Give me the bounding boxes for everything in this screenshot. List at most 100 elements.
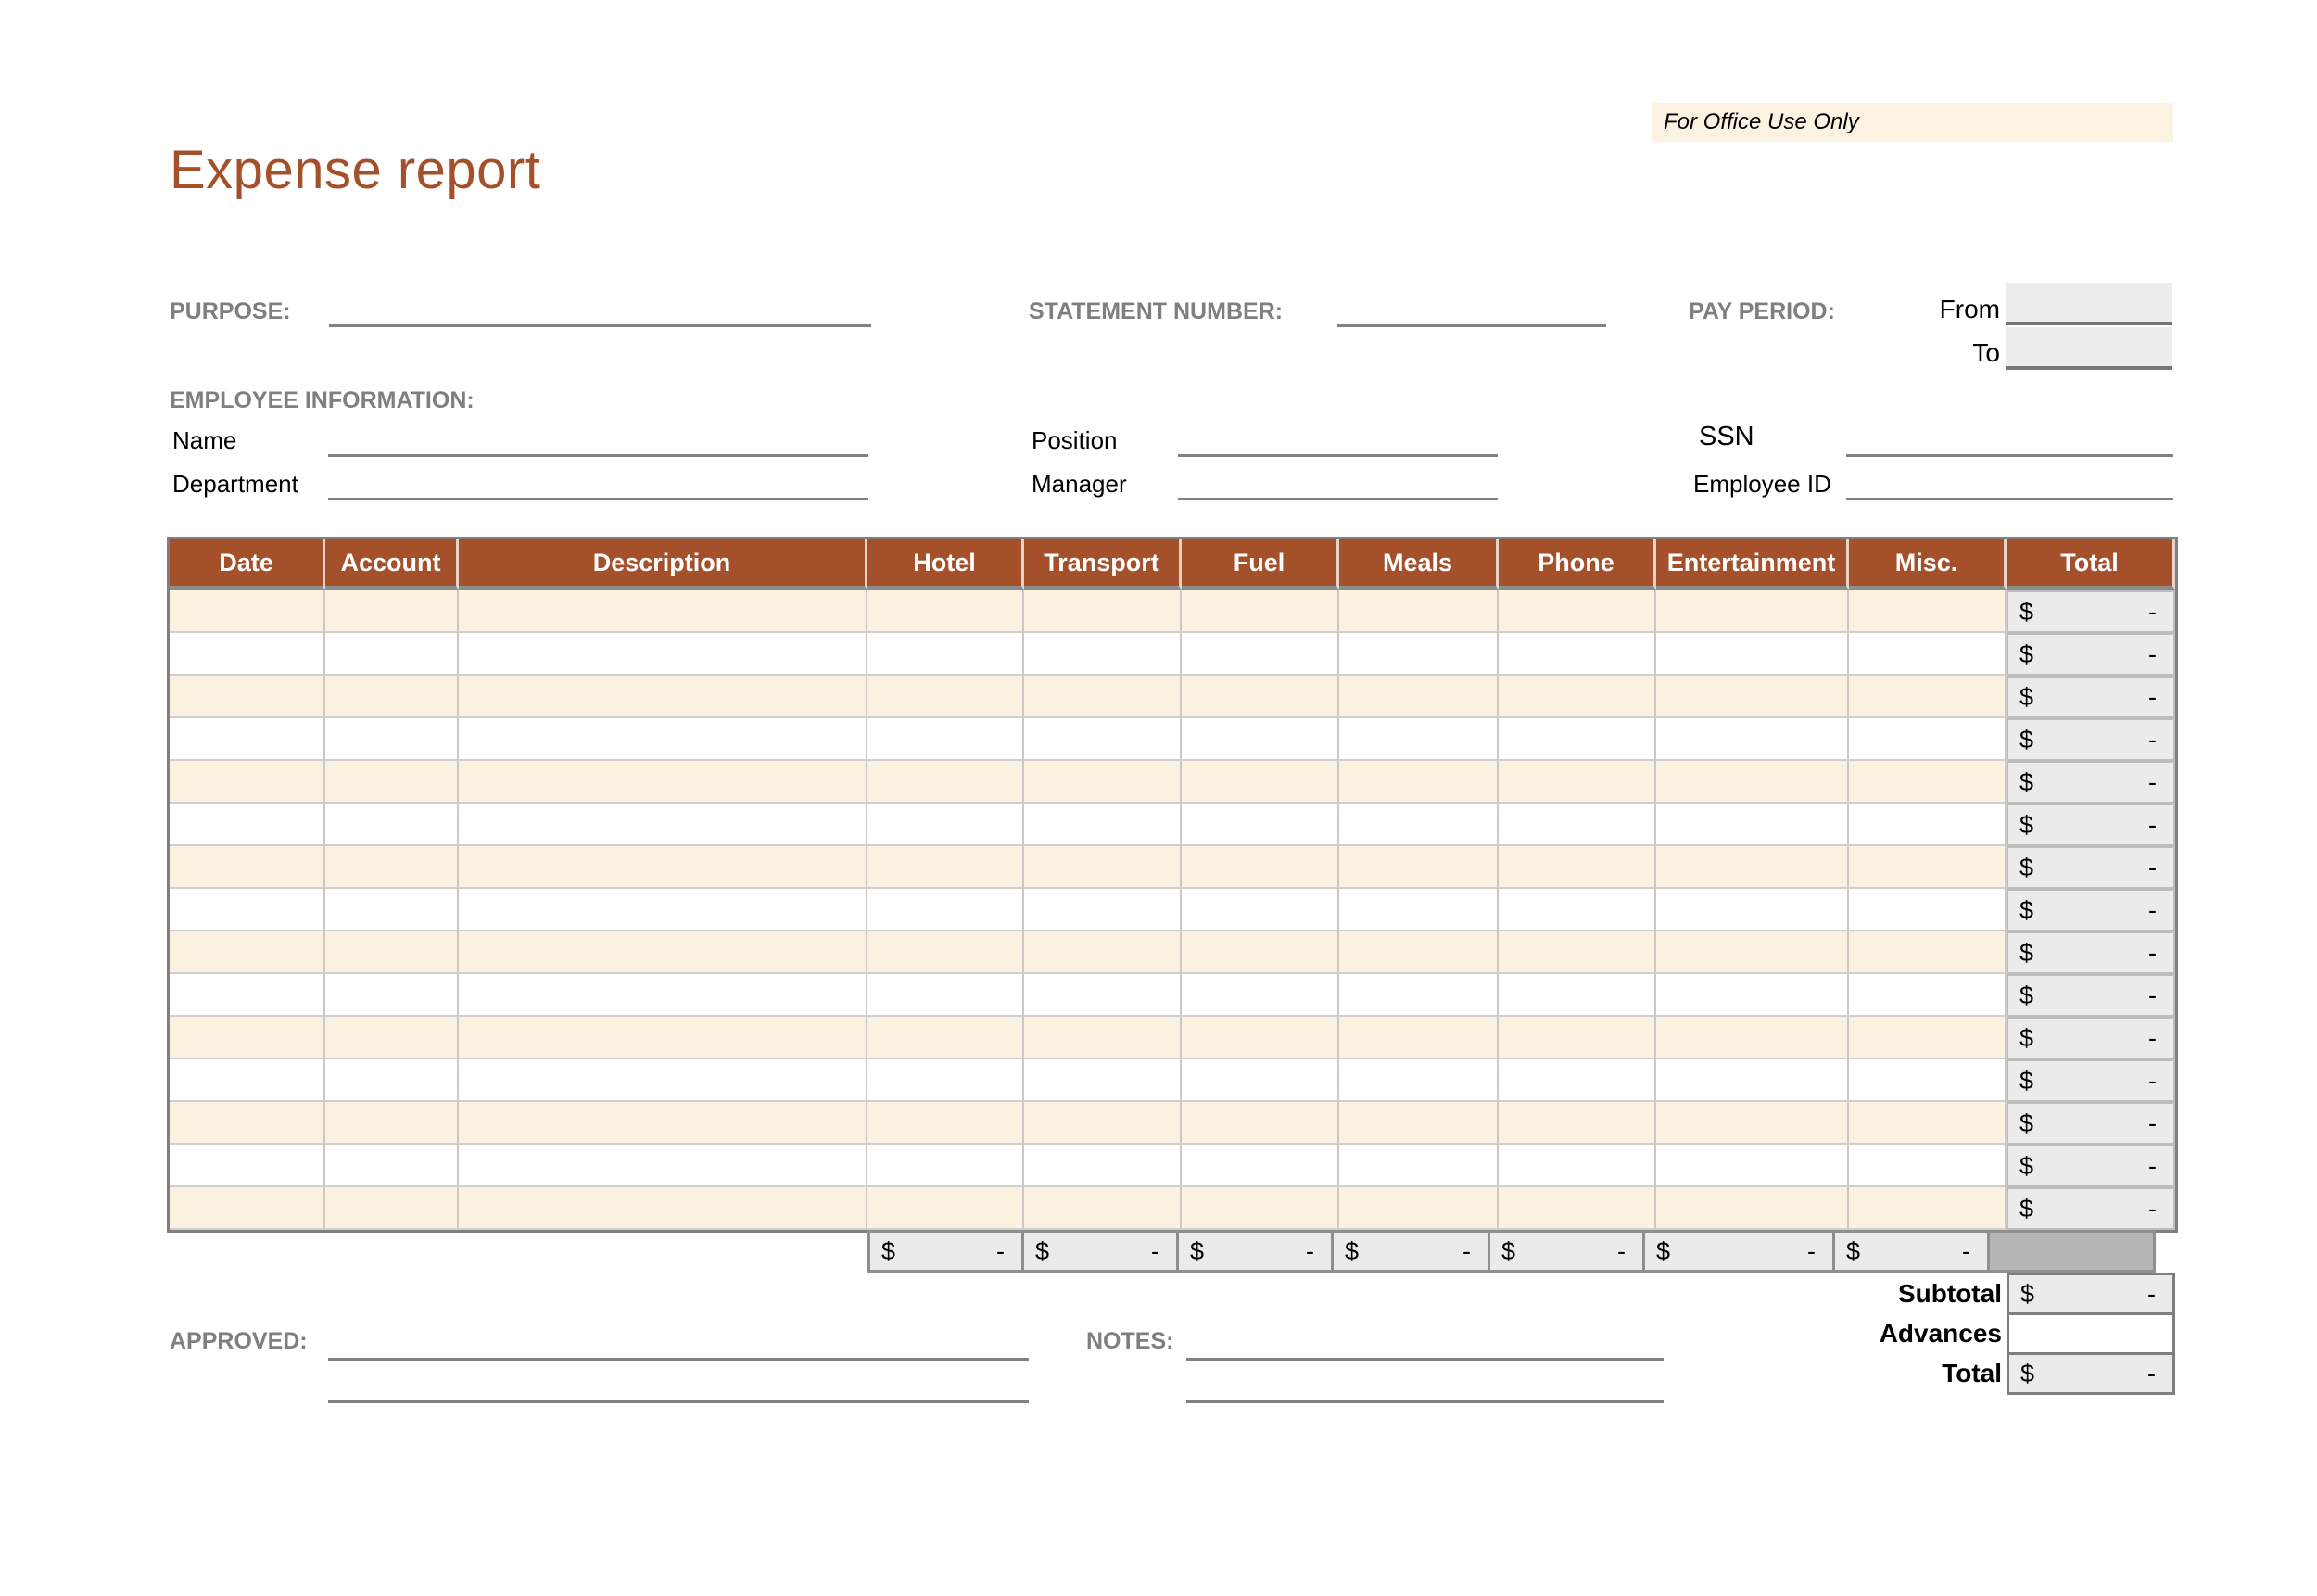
notes-line-1[interactable] [1186,1358,1664,1361]
expense-cell-r8-account[interactable] [325,889,459,931]
expense-cell-r3-fuel[interactable] [1182,676,1339,718]
expense-cell-r7-hotel[interactable] [867,846,1024,889]
expense-cell-r5-misc[interactable] [1849,761,2007,804]
expense-cell-r14-date[interactable] [170,1145,325,1187]
expense-cell-r11-phone[interactable] [1499,1017,1656,1059]
expense-cell-r4-fuel[interactable] [1182,718,1339,761]
expense-cell-r14-hotel[interactable] [867,1145,1024,1187]
expense-cell-r9-phone[interactable] [1499,931,1656,974]
expense-cell-r8-hotel[interactable] [867,889,1024,931]
expense-cell-r12-description[interactable] [459,1059,867,1102]
expense-cell-r13-fuel[interactable] [1182,1102,1339,1145]
expense-cell-r1-phone[interactable] [1499,590,1656,633]
expense-cell-r7-date[interactable] [170,846,325,889]
expense-cell-r6-entertainment[interactable] [1656,804,1849,846]
expense-cell-r12-misc[interactable] [1849,1059,2007,1102]
expense-cell-r15-hotel[interactable] [867,1187,1024,1230]
expense-cell-r15-date[interactable] [170,1187,325,1230]
expense-cell-r15-description[interactable] [459,1187,867,1230]
expense-cell-r2-phone[interactable] [1499,633,1656,676]
expense-cell-r9-fuel[interactable] [1182,931,1339,974]
expense-cell-r4-date[interactable] [170,718,325,761]
expense-cell-r5-entertainment[interactable] [1656,761,1849,804]
expense-cell-r13-description[interactable] [459,1102,867,1145]
expense-cell-r13-transport[interactable] [1024,1102,1182,1145]
expense-cell-r10-misc[interactable] [1849,974,2007,1017]
expense-cell-r11-transport[interactable] [1024,1017,1182,1059]
advances-cell[interactable] [2007,1312,2175,1355]
expense-cell-r7-fuel[interactable] [1182,846,1339,889]
purpose-line[interactable] [329,324,871,327]
expense-cell-r6-date[interactable] [170,804,325,846]
expense-cell-r2-description[interactable] [459,633,867,676]
expense-cell-r4-description[interactable] [459,718,867,761]
expense-cell-r9-hotel[interactable] [867,931,1024,974]
expense-cell-r1-misc[interactable] [1849,590,2007,633]
expense-cell-r5-hotel[interactable] [867,761,1024,804]
expense-cell-r15-transport[interactable] [1024,1187,1182,1230]
expense-cell-r3-account[interactable] [325,676,459,718]
expense-cell-r2-date[interactable] [170,633,325,676]
expense-cell-r11-account[interactable] [325,1017,459,1059]
department-line[interactable] [328,498,868,500]
expense-cell-r10-phone[interactable] [1499,974,1656,1017]
expense-cell-r5-account[interactable] [325,761,459,804]
expense-cell-r6-hotel[interactable] [867,804,1024,846]
expense-cell-r4-phone[interactable] [1499,718,1656,761]
expense-cell-r12-date[interactable] [170,1059,325,1102]
expense-cell-r4-entertainment[interactable] [1656,718,1849,761]
expense-cell-r13-phone[interactable] [1499,1102,1656,1145]
expense-cell-r1-date[interactable] [170,590,325,633]
expense-cell-r11-hotel[interactable] [867,1017,1024,1059]
expense-cell-r6-transport[interactable] [1024,804,1182,846]
expense-cell-r2-hotel[interactable] [867,633,1024,676]
expense-cell-r13-date[interactable] [170,1102,325,1145]
expense-cell-r13-misc[interactable] [1849,1102,2007,1145]
expense-cell-r11-description[interactable] [459,1017,867,1059]
position-line[interactable] [1178,454,1498,457]
expense-cell-r1-hotel[interactable] [867,590,1024,633]
expense-cell-r3-transport[interactable] [1024,676,1182,718]
expense-cell-r13-account[interactable] [325,1102,459,1145]
statement-number-line[interactable] [1337,324,1606,327]
expense-cell-r6-description[interactable] [459,804,867,846]
expense-cell-r3-misc[interactable] [1849,676,2007,718]
expense-cell-r5-fuel[interactable] [1182,761,1339,804]
expense-cell-r10-account[interactable] [325,974,459,1017]
expense-cell-r5-phone[interactable] [1499,761,1656,804]
expense-cell-r4-meals[interactable] [1339,718,1499,761]
expense-cell-r14-entertainment[interactable] [1656,1145,1849,1187]
expense-cell-r13-meals[interactable] [1339,1102,1499,1145]
expense-cell-r12-entertainment[interactable] [1656,1059,1849,1102]
employee-id-line[interactable] [1846,498,2173,500]
expense-cell-r6-fuel[interactable] [1182,804,1339,846]
expense-cell-r1-meals[interactable] [1339,590,1499,633]
expense-cell-r14-transport[interactable] [1024,1145,1182,1187]
approved-line-2[interactable] [328,1400,1029,1403]
pay-period-to-field[interactable] [2006,327,2172,370]
expense-cell-r7-misc[interactable] [1849,846,2007,889]
expense-cell-r2-entertainment[interactable] [1656,633,1849,676]
expense-cell-r6-account[interactable] [325,804,459,846]
name-line[interactable] [328,454,868,457]
expense-cell-r9-transport[interactable] [1024,931,1182,974]
expense-cell-r7-account[interactable] [325,846,459,889]
expense-cell-r9-description[interactable] [459,931,867,974]
expense-cell-r6-phone[interactable] [1499,804,1656,846]
expense-cell-r15-entertainment[interactable] [1656,1187,1849,1230]
expense-cell-r8-meals[interactable] [1339,889,1499,931]
expense-cell-r3-phone[interactable] [1499,676,1656,718]
subtotal-cell[interactable]: $ - [2007,1273,2175,1315]
expense-cell-r11-misc[interactable] [1849,1017,2007,1059]
expense-cell-r15-meals[interactable] [1339,1187,1499,1230]
expense-cell-r12-phone[interactable] [1499,1059,1656,1102]
expense-cell-r6-misc[interactable] [1849,804,2007,846]
expense-cell-r3-entertainment[interactable] [1656,676,1849,718]
expense-cell-r4-transport[interactable] [1024,718,1182,761]
expense-cell-r8-date[interactable] [170,889,325,931]
expense-cell-r1-fuel[interactable] [1182,590,1339,633]
ssn-line[interactable] [1846,454,2173,457]
expense-cell-r9-meals[interactable] [1339,931,1499,974]
expense-cell-r1-transport[interactable] [1024,590,1182,633]
expense-cell-r15-misc[interactable] [1849,1187,2007,1230]
